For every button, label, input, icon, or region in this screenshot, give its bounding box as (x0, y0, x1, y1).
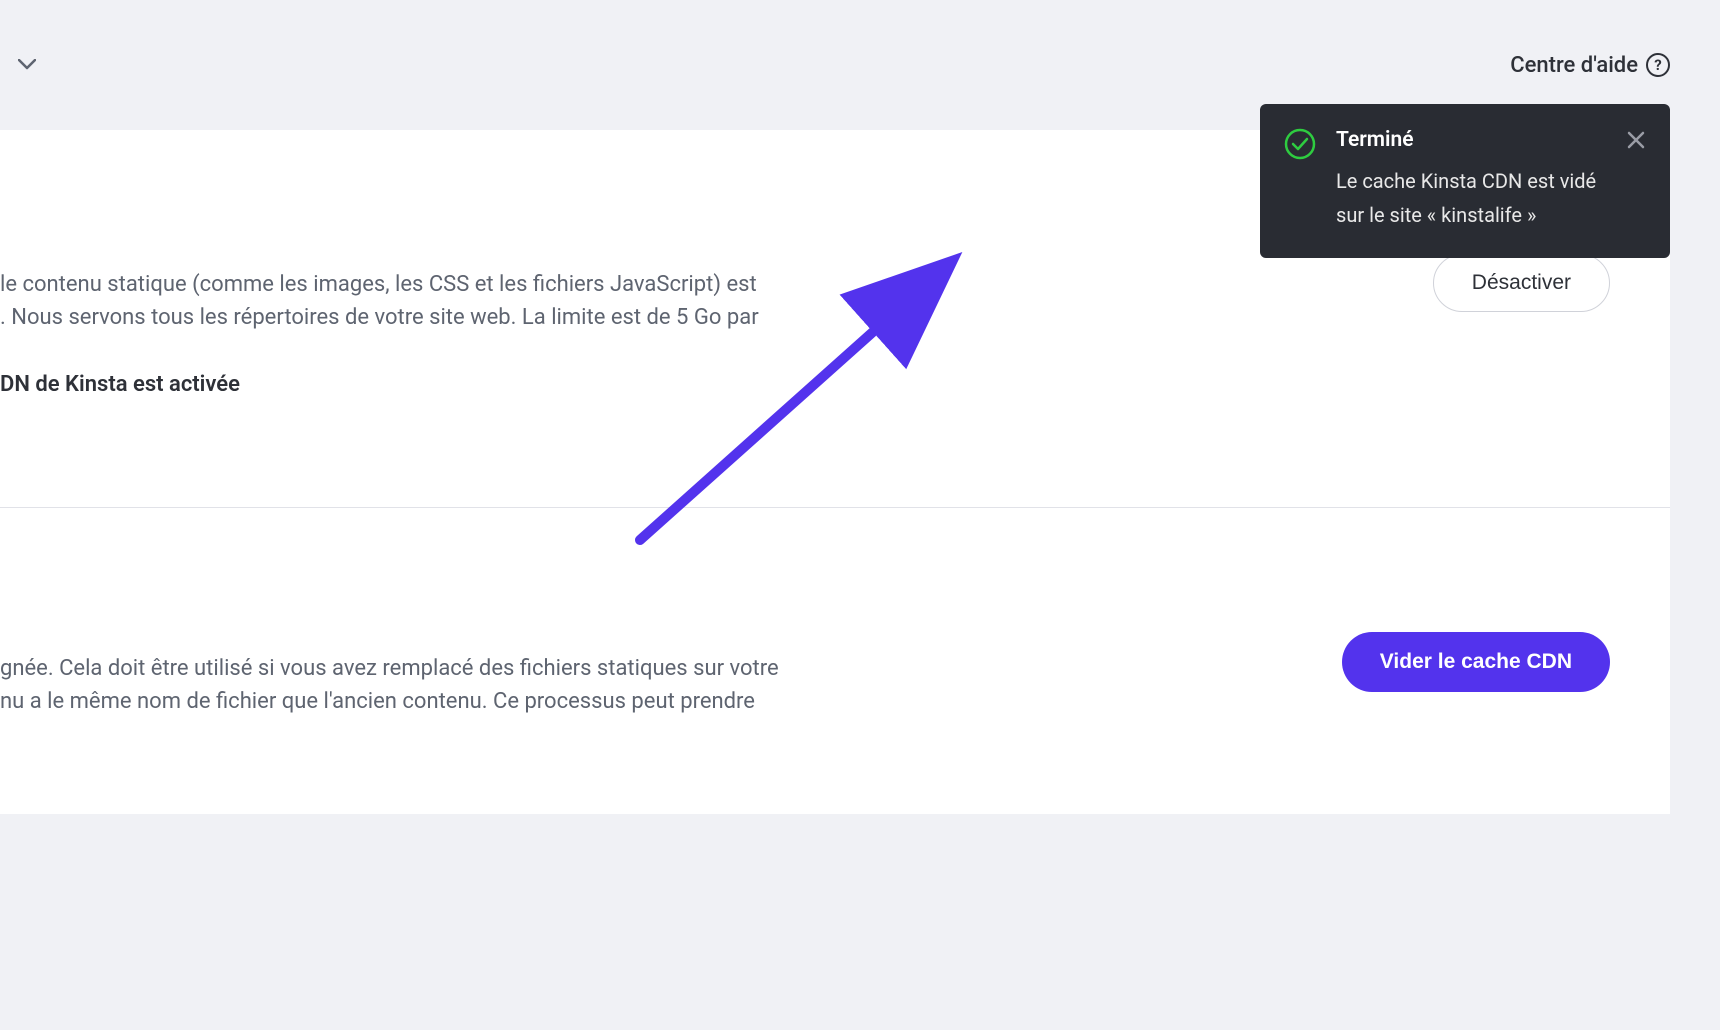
toast-message: Le cache Kinsta CDN est vidé sur le site… (1336, 164, 1606, 232)
help-center-label: Centre d'aide (1510, 53, 1638, 78)
dropdown-toggle[interactable] (0, 38, 54, 93)
toast-content: Terminé Le cache Kinsta CDN est vidé sur… (1336, 128, 1606, 232)
toast-notification: Terminé Le cache Kinsta CDN est vidé sur… (1260, 104, 1670, 258)
help-center-link[interactable]: Centre d'aide ? (1510, 53, 1670, 78)
clear-cache-section: gnée. Cela doit être utilisé si vous ave… (0, 508, 1670, 814)
cdn-status-text: DN de Kinsta est activée (0, 372, 1610, 397)
help-icon: ? (1646, 53, 1670, 77)
disable-cdn-button[interactable]: Désactiver (1433, 254, 1610, 312)
chevron-down-icon (18, 59, 36, 71)
clear-cdn-cache-button[interactable]: Vider le cache CDN (1342, 632, 1610, 692)
toast-close-button[interactable] (1626, 130, 1646, 150)
cdn-description: le contenu statique (comme les images, l… (0, 268, 1610, 334)
success-check-icon (1284, 128, 1316, 160)
toast-title: Terminé (1336, 128, 1606, 152)
close-icon (1626, 130, 1646, 150)
